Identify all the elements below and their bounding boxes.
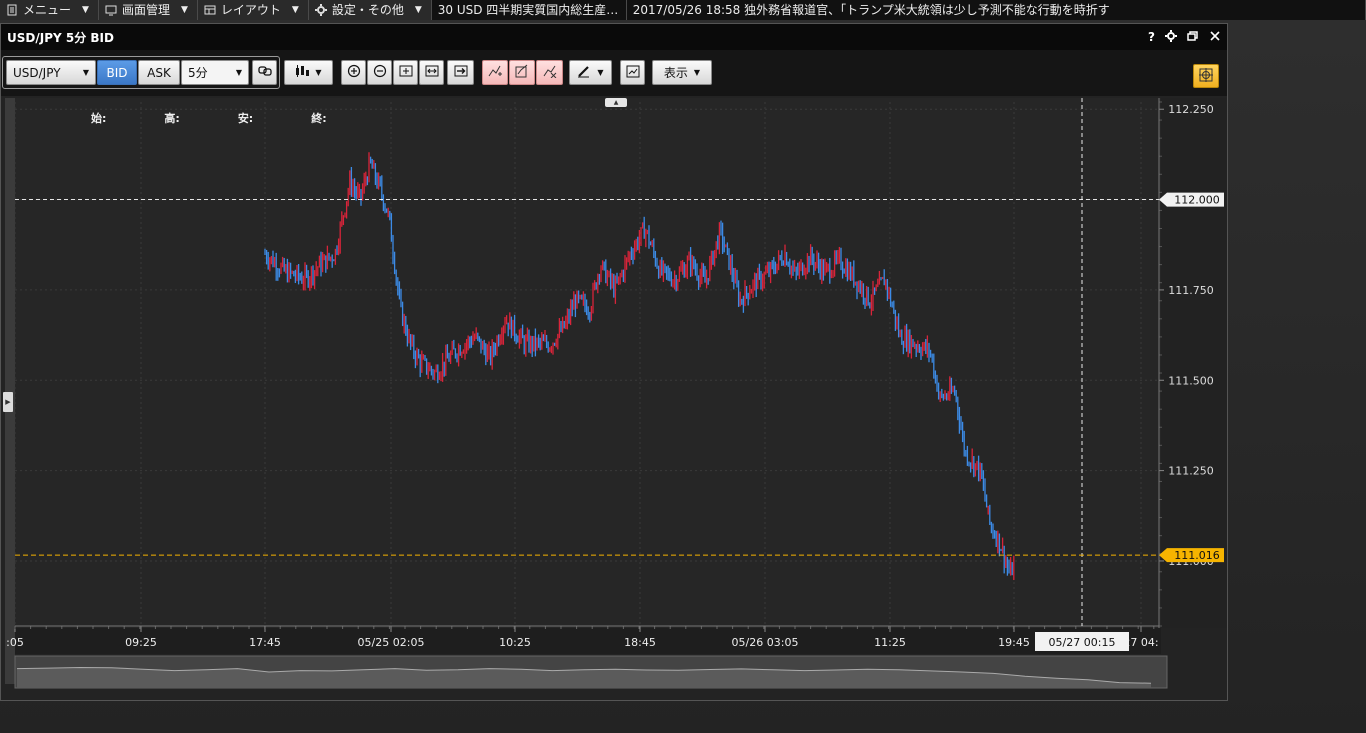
candlestick-icon [295, 64, 310, 81]
link-button[interactable] [252, 60, 277, 85]
chevron-down-icon: ▼ [315, 68, 322, 77]
top-menubar: メニュー ▼ 画面管理 ▼ レイアウト ▼ 設定・その他 ▼ 30 USD 四半… [0, 0, 1366, 20]
x-tick-label: 19:45 [998, 636, 1030, 649]
screen-icon [105, 4, 117, 16]
draw-delete-icon [543, 64, 557, 81]
chart-settings-button[interactable] [620, 60, 645, 85]
crosshair-price-label: 112.000 [1174, 194, 1220, 207]
fit-range-icon [399, 65, 413, 80]
crosshair-toggle-button[interactable] [1193, 64, 1219, 88]
zoom-out-icon [373, 64, 387, 81]
layout-button[interactable]: レイアウト ▼ [197, 0, 309, 20]
pen-icon [577, 64, 591, 81]
menu-label: メニュー [23, 3, 72, 17]
bid-button[interactable]: BID [97, 60, 137, 85]
chevron-down-icon: ▼ [82, 68, 89, 77]
gear-icon[interactable] [1165, 29, 1177, 45]
close-label: 終: [311, 112, 327, 125]
layout-icon [204, 4, 216, 16]
collapse-toolbar-handle[interactable]: ▲ [605, 98, 627, 107]
expand-horizontal-button[interactable] [419, 60, 444, 85]
window-titlebar[interactable]: USD/JPY 5分 BID ? [1, 24, 1227, 50]
x-tick-label: 09:25 [125, 636, 157, 649]
layout-label: レイアウト [220, 3, 281, 17]
screen-management-label: 画面管理 [121, 3, 170, 17]
high-label: 高: [164, 112, 180, 125]
symbol-value: USD/JPY [13, 65, 61, 80]
time-axis-background [15, 628, 1161, 654]
pen-tool-select[interactable]: ▼ [569, 60, 612, 85]
chevron-down-icon: ▼ [235, 68, 242, 77]
crosshair-time-label: 05/27 00:15 [1049, 636, 1116, 649]
chart-type-select[interactable]: ▼ [284, 60, 333, 85]
x-tick-label: 05/25 02:05 [358, 636, 425, 649]
news-ticker-2[interactable]: 2017/05/26 18:58 独外務省報道官、「トランプ米大統領は少し予測不… [626, 0, 1366, 20]
expand-sidebar-handle[interactable]: ▶ [3, 392, 13, 412]
plot-background [15, 98, 1161, 628]
menu-button[interactable]: メニュー ▼ [0, 0, 99, 20]
draw-edit-button[interactable] [509, 60, 535, 85]
x-tick-label: 10:25 [499, 636, 531, 649]
chevron-down-icon: ▼ [693, 68, 701, 77]
chevron-down-icon: ▼ [180, 4, 188, 15]
go-latest-button[interactable] [447, 60, 474, 85]
draw-delete-button[interactable] [536, 60, 563, 85]
current-price-label: 111.016 [1174, 549, 1220, 562]
settings-button[interactable]: 設定・その他 ▼ [308, 0, 432, 20]
zoom-in-icon [347, 64, 361, 81]
y-tick-label: 111.500 [1168, 374, 1214, 387]
news-ticker-1[interactable]: 30 USD 四半期実質国内総生産… [431, 0, 627, 20]
price-chart[interactable]: 112.250 112.000 111.750 111.500 111.250 111.0… [1, 96, 1227, 700]
display-label: 表示 [663, 66, 688, 80]
close-icon[interactable] [1209, 30, 1221, 45]
restore-window-icon[interactable] [1187, 30, 1199, 45]
chart-toolbar: USD/JPY ▼ BID ASK 5分 ▼ ▼ ▼ 表示 ▼ [1, 50, 1227, 96]
timeframe-value: 5分 [188, 66, 208, 80]
crosshair-icon [1198, 67, 1214, 86]
symbol-select[interactable]: USD/JPY ▼ [6, 60, 96, 85]
expand-horizontal-icon [425, 65, 439, 80]
help-icon[interactable]: ? [1148, 30, 1155, 44]
zoom-out-button[interactable] [367, 60, 392, 85]
x-tick-label: 17:45 [249, 636, 281, 649]
chart-area[interactable]: 112.250 112.000 111.750 111.500 111.250 111.0… [1, 96, 1227, 700]
chevron-down-icon: ▼ [82, 4, 89, 15]
settings-label: 設定・その他 [331, 3, 404, 17]
fit-range-button[interactable] [393, 60, 418, 85]
go-latest-icon [454, 65, 468, 80]
low-label: 安: [237, 112, 254, 125]
chart-window-icon [626, 65, 640, 81]
gear-icon [314, 3, 327, 16]
x-tick-label: 11:25 [874, 636, 906, 649]
chevron-down-icon: ▼ [414, 4, 422, 15]
chevron-down-icon: ▼ [597, 68, 604, 77]
screen-management-button[interactable]: 画面管理 ▼ [98, 0, 198, 20]
x-tick-label: :05 [6, 636, 24, 649]
display-menu-button[interactable]: 表示 ▼ [652, 60, 712, 85]
left-gutter [5, 98, 15, 684]
draw-add-icon [488, 64, 502, 81]
link-icon [257, 65, 272, 80]
y-tick-label: 111.250 [1168, 465, 1214, 478]
timeframe-select[interactable]: 5分 ▼ [181, 60, 249, 85]
chevron-down-icon: ▼ [291, 4, 299, 15]
x-tick-label: 18:45 [624, 636, 656, 649]
ohlc-labels: 始: 高: 安: 終: [91, 110, 327, 126]
window-title: USD/JPY 5分 BID [7, 30, 114, 45]
ask-button[interactable]: ASK [138, 60, 180, 85]
x-tick-label: 05/26 03:05 [732, 636, 799, 649]
draw-edit-icon [515, 64, 529, 81]
chart-window: USD/JPY 5分 BID ? USD/JPY ▼ BID ASK 5分 ▼ ▼ [0, 23, 1228, 701]
y-tick-label: 112.250 [1168, 103, 1214, 116]
y-tick-label: 111.750 [1168, 284, 1214, 297]
draw-add-button[interactable] [482, 60, 508, 85]
open-label: 始: [91, 112, 107, 125]
zoom-in-button[interactable] [341, 60, 366, 85]
document-icon [6, 4, 18, 16]
